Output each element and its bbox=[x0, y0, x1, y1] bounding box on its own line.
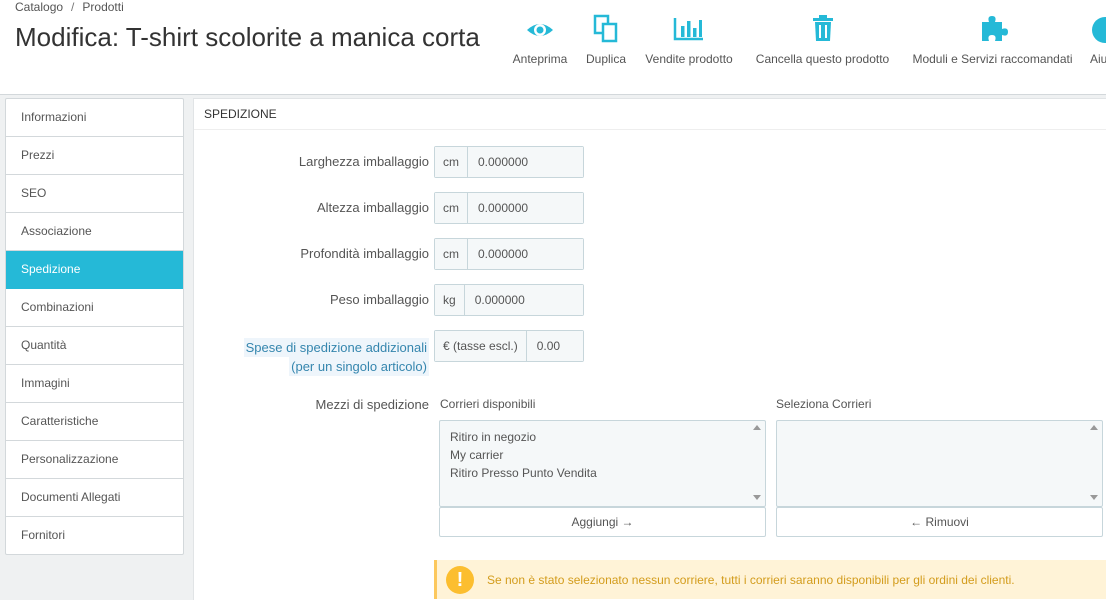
scroll-down-arrow-icon[interactable] bbox=[753, 495, 761, 500]
carrier-option[interactable]: My carrier bbox=[440, 446, 765, 464]
warning-text: Se non è stato selezionato nessun corrie… bbox=[487, 573, 1015, 587]
height-input[interactable]: 0.000000 bbox=[468, 193, 583, 223]
warning-alert: ! Se non è stato selezionato nessun corr… bbox=[434, 560, 1106, 599]
delete-product-button[interactable]: Cancella questo prodotto bbox=[751, 12, 894, 72]
additional-cost-input[interactable]: 0.00 bbox=[526, 331, 583, 361]
warning-icon: ! bbox=[446, 566, 474, 594]
breadcrumb-separator: / bbox=[71, 0, 75, 14]
add-carrier-button[interactable]: Aggiungi → bbox=[439, 507, 766, 537]
product-tabs-sidebar: Informazioni Prezzi SEO Associazione Spe… bbox=[5, 98, 184, 555]
available-carriers-list[interactable]: Ritiro in negozio My carrier Ritiro Pres… bbox=[439, 420, 766, 507]
additional-shipping-cost-label: Spese di spedizione addizionali (per un … bbox=[243, 338, 429, 376]
product-sales-button[interactable]: Vendite prodotto bbox=[641, 12, 737, 72]
depth-input-group: cm 0.000000 bbox=[434, 238, 584, 270]
preview-button[interactable]: Anteprima bbox=[510, 12, 570, 72]
trash-icon bbox=[812, 15, 833, 41]
width-label: Larghezza imballaggio bbox=[298, 154, 429, 169]
sidebar-item-informazioni[interactable]: Informazioni bbox=[6, 99, 183, 137]
sidebar-item-documenti-allegati[interactable]: Documenti Allegati bbox=[6, 479, 183, 517]
breadcrumb-prodotti[interactable]: Prodotti bbox=[82, 0, 123, 14]
height-label: Altezza imballaggio bbox=[316, 200, 429, 215]
breadcrumb-catalogo[interactable]: Catalogo bbox=[15, 0, 63, 14]
scroll-down-arrow-icon[interactable] bbox=[1090, 495, 1098, 500]
arrow-right-icon: → bbox=[621, 515, 634, 529]
duplicate-label: Duplica bbox=[585, 52, 627, 66]
selected-carriers-title: Seleziona Corrieri bbox=[776, 397, 872, 411]
remove-carrier-label: Rimuovi bbox=[925, 515, 969, 529]
page-header: Catalogo / Prodotti Modifica: T-shirt scol… bbox=[0, 0, 1106, 95]
product-sales-label: Vendite prodotto bbox=[645, 52, 733, 66]
additional-cost-input-group: € (tasse escl.) 0.00 bbox=[434, 330, 584, 362]
currency-addon: € (tasse escl.) bbox=[435, 331, 527, 361]
puzzle-icon bbox=[981, 16, 1008, 41]
sidebar-item-fornitori[interactable]: Fornitori bbox=[6, 517, 183, 554]
weight-input-group: kg 0.000000 bbox=[434, 284, 584, 316]
scroll-up-arrow-icon[interactable] bbox=[753, 425, 761, 430]
delete-product-label: Cancella questo prodotto bbox=[755, 52, 890, 66]
weight-label: Peso imballaggio bbox=[329, 292, 429, 307]
preview-label: Anteprima bbox=[512, 52, 568, 66]
sidebar-item-quantita[interactable]: Quantità bbox=[6, 327, 183, 365]
eye-icon bbox=[527, 24, 553, 36]
sidebar-item-personalizzazione[interactable]: Personalizzazione bbox=[6, 441, 183, 479]
sidebar-item-associazione[interactable]: Associazione bbox=[6, 213, 183, 251]
sidebar-item-immagini[interactable]: Immagini bbox=[6, 365, 183, 403]
weight-input[interactable]: 0.000000 bbox=[464, 285, 583, 315]
weight-unit: kg bbox=[435, 285, 465, 315]
height-input-group: cm 0.000000 bbox=[434, 192, 584, 224]
available-carriers-title: Corrieri disponibili bbox=[440, 397, 536, 411]
width-input[interactable]: 0.000000 bbox=[468, 147, 583, 177]
available-list-scrollbar[interactable] bbox=[749, 421, 765, 506]
remove-carrier-button[interactable]: ← Rimuovi bbox=[776, 507, 1103, 537]
sidebar-item-spedizione[interactable]: Spedizione bbox=[6, 251, 183, 289]
width-input-group: cm 0.000000 bbox=[434, 146, 584, 178]
width-unit: cm bbox=[435, 147, 468, 177]
recommended-modules-label: Moduli e Servizi raccomandati bbox=[912, 52, 1073, 66]
carrier-option[interactable]: Ritiro Presso Punto Vendita bbox=[440, 464, 765, 482]
additional-cost-label-line1: Spese di spedizione addizionali bbox=[243, 338, 429, 357]
sidebar-item-prezzi[interactable]: Prezzi bbox=[6, 137, 183, 175]
height-unit: cm bbox=[435, 193, 468, 223]
recommended-modules-button[interactable]: Moduli e Servizi raccomandati bbox=[908, 12, 1077, 72]
carriers-label: Mezzi di spedizione bbox=[315, 397, 429, 412]
sidebar-item-caratteristiche[interactable]: Caratteristiche bbox=[6, 403, 183, 441]
depth-label: Profondità imballaggio bbox=[300, 246, 429, 261]
depth-unit: cm bbox=[435, 239, 468, 269]
duplicate-button[interactable]: Duplica bbox=[583, 12, 629, 72]
add-carrier-label: Aggiungi bbox=[571, 515, 619, 529]
help-button[interactable]: Aiu bbox=[1090, 12, 1106, 72]
panel-heading: Spedizione bbox=[194, 99, 1106, 130]
help-label: Aiu bbox=[1090, 52, 1106, 66]
additional-cost-label-line2: (per un singolo articolo) bbox=[289, 357, 429, 376]
depth-input[interactable]: 0.000000 bbox=[468, 239, 583, 269]
sidebar-item-combinazioni[interactable]: Combinazioni bbox=[6, 289, 183, 327]
help-icon bbox=[1092, 17, 1106, 43]
scroll-up-arrow-icon[interactable] bbox=[1090, 425, 1098, 430]
page-title: Modifica: T-shirt scolorite a manica cor… bbox=[15, 22, 480, 52]
selected-carriers-list[interactable] bbox=[776, 420, 1103, 507]
copy-icon bbox=[593, 14, 618, 43]
arrow-left-icon: ← bbox=[910, 515, 923, 529]
sidebar-item-seo[interactable]: SEO bbox=[6, 175, 183, 213]
breadcrumb: Catalogo / Prodotti bbox=[15, 0, 124, 14]
carrier-option[interactable]: Ritiro in negozio bbox=[440, 428, 765, 446]
bar-chart-icon bbox=[673, 18, 703, 41]
selected-list-scrollbar[interactable] bbox=[1086, 421, 1102, 506]
